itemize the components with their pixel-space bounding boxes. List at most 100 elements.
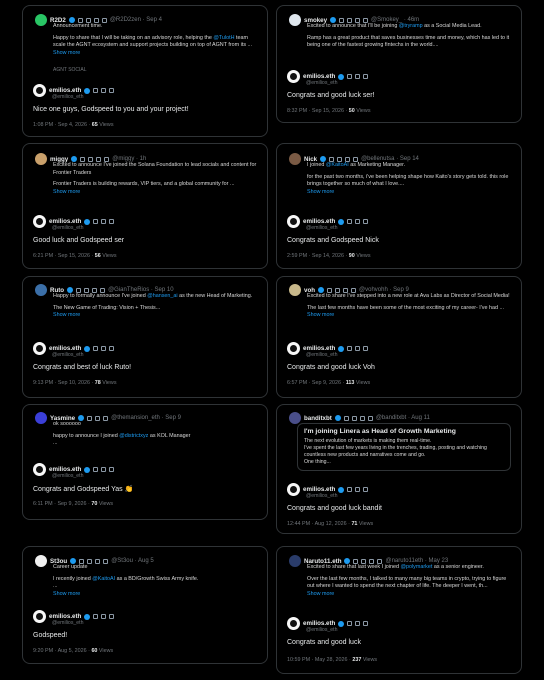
gif-icon[interactable] bbox=[85, 17, 91, 23]
show-more-link[interactable]: Show more bbox=[53, 591, 257, 599]
show-more-link[interactable]: Show more bbox=[53, 189, 257, 197]
mention-link[interactable]: @KaitoAI bbox=[326, 162, 349, 168]
mention-link[interactable]: @tryramp bbox=[399, 23, 423, 29]
edit-icon[interactable] bbox=[339, 17, 345, 23]
tweet-card[interactable]: voh @vohvohh · Sep 9 Excited to share I'… bbox=[276, 276, 522, 398]
search-icon[interactable] bbox=[109, 219, 115, 224]
search-icon[interactable] bbox=[109, 346, 115, 351]
image-icon[interactable] bbox=[96, 156, 102, 162]
gif-icon[interactable] bbox=[101, 88, 107, 93]
edit-icon[interactable] bbox=[343, 415, 349, 421]
mention-link[interactable]: @KaitoAI bbox=[92, 576, 115, 582]
gif-icon[interactable] bbox=[355, 74, 361, 79]
reply-author-name[interactable]: emilios.eth bbox=[303, 486, 335, 493]
gif-icon[interactable] bbox=[101, 346, 107, 351]
reply-author-name[interactable]: emilios.eth bbox=[303, 218, 335, 225]
avatar[interactable] bbox=[287, 70, 300, 83]
image-icon[interactable] bbox=[92, 287, 98, 293]
avatar[interactable] bbox=[33, 215, 46, 228]
avatar[interactable] bbox=[287, 342, 300, 355]
image-icon[interactable] bbox=[95, 558, 101, 564]
edit-icon[interactable] bbox=[77, 17, 83, 23]
tweet-card[interactable]: miggy @miggy · 1h Excited to announce I'… bbox=[22, 143, 268, 269]
edit-icon[interactable] bbox=[327, 287, 333, 293]
gif-icon[interactable] bbox=[337, 156, 343, 162]
edit-icon[interactable] bbox=[347, 74, 353, 79]
search-icon[interactable] bbox=[104, 156, 110, 162]
search-icon[interactable] bbox=[363, 17, 369, 23]
gif-icon[interactable] bbox=[355, 487, 361, 492]
edit-icon[interactable] bbox=[76, 287, 82, 293]
show-more-link[interactable]: Show more bbox=[53, 312, 257, 320]
tweet-card[interactable]: Naruto11.eth @naruto11eth · May 23 Excit… bbox=[276, 546, 522, 674]
avatar[interactable] bbox=[287, 617, 300, 630]
reply-author-name[interactable]: emilios.eth bbox=[303, 620, 335, 627]
image-icon[interactable] bbox=[355, 17, 361, 23]
gif-icon[interactable] bbox=[88, 156, 94, 162]
edit-icon[interactable] bbox=[353, 558, 359, 564]
search-icon[interactable] bbox=[100, 287, 106, 293]
search-icon[interactable] bbox=[363, 487, 369, 492]
mention-link[interactable]: @polymarket bbox=[401, 564, 433, 570]
search-icon[interactable] bbox=[101, 17, 107, 23]
tweet-card[interactable]: Ruto @GianTheRios · Sep 10 Happy to form… bbox=[22, 276, 268, 398]
tweet-card[interactable]: banditxbt @banditxbt · Aug 11 I'm joinin… bbox=[276, 404, 522, 534]
edit-icon[interactable] bbox=[93, 219, 99, 224]
avatar[interactable] bbox=[289, 412, 301, 424]
avatar[interactable] bbox=[35, 555, 47, 567]
gif-icon[interactable] bbox=[361, 558, 367, 564]
gif-icon[interactable] bbox=[351, 415, 357, 421]
search-icon[interactable] bbox=[363, 346, 369, 351]
gif-icon[interactable] bbox=[101, 614, 107, 619]
edit-icon[interactable] bbox=[347, 346, 353, 351]
search-icon[interactable] bbox=[363, 621, 369, 626]
avatar[interactable] bbox=[287, 483, 300, 496]
search-icon[interactable] bbox=[103, 558, 109, 564]
gif-icon[interactable] bbox=[87, 558, 93, 564]
gif-icon[interactable] bbox=[347, 17, 353, 23]
search-icon[interactable] bbox=[109, 614, 115, 619]
edit-icon[interactable] bbox=[80, 156, 86, 162]
reply-author-name[interactable]: emilios.eth bbox=[49, 87, 81, 94]
avatar[interactable] bbox=[35, 412, 47, 424]
tweet-card[interactable]: St3ou @St3ou · Aug 5 Career update I rec… bbox=[22, 546, 268, 664]
tweet-card[interactable]: smokey @Smokey_ · 46m Excited to announc… bbox=[276, 5, 522, 123]
gif-icon[interactable] bbox=[335, 287, 341, 293]
search-icon[interactable] bbox=[363, 74, 369, 79]
gif-icon[interactable] bbox=[84, 287, 90, 293]
reply-author-name[interactable]: emilios.eth bbox=[303, 73, 335, 80]
image-icon[interactable] bbox=[343, 287, 349, 293]
author-name[interactable]: banditxbt bbox=[304, 415, 332, 422]
article-card[interactable]: I'm joining Linera as Head of Growth Mar… bbox=[297, 423, 511, 471]
avatar[interactable] bbox=[35, 153, 47, 165]
reply-author-name[interactable]: emilios.eth bbox=[49, 345, 81, 352]
mention-link[interactable]: @hansen_ai bbox=[147, 293, 177, 299]
avatar[interactable] bbox=[35, 284, 47, 296]
image-icon[interactable] bbox=[103, 415, 109, 421]
tweet-card[interactable]: Yasmine @themansion_eth · Sep 9 ok soooo… bbox=[22, 404, 268, 520]
reply-author-name[interactable]: emilios.eth bbox=[49, 613, 81, 620]
avatar[interactable] bbox=[33, 610, 46, 623]
search-icon[interactable] bbox=[363, 219, 369, 224]
gif-icon[interactable] bbox=[95, 415, 101, 421]
avatar[interactable] bbox=[289, 14, 301, 26]
show-more-link[interactable]: Show more bbox=[307, 591, 511, 599]
edit-icon[interactable] bbox=[93, 346, 99, 351]
show-more-link[interactable]: Show more bbox=[307, 189, 511, 197]
search-icon[interactable] bbox=[109, 467, 115, 472]
avatar[interactable] bbox=[289, 555, 301, 567]
gif-icon[interactable] bbox=[101, 467, 107, 472]
search-icon[interactable] bbox=[377, 558, 383, 564]
avatar[interactable] bbox=[33, 84, 46, 97]
image-icon[interactable] bbox=[93, 17, 99, 23]
edit-icon[interactable] bbox=[87, 415, 93, 421]
search-icon[interactable] bbox=[351, 287, 357, 293]
edit-icon[interactable] bbox=[79, 558, 85, 564]
search-icon[interactable] bbox=[109, 88, 115, 93]
image-icon[interactable] bbox=[345, 156, 351, 162]
avatar[interactable] bbox=[289, 153, 301, 165]
avatar[interactable] bbox=[287, 215, 300, 228]
gif-icon[interactable] bbox=[355, 346, 361, 351]
show-more-link[interactable]: Show more bbox=[53, 50, 257, 58]
image-icon[interactable] bbox=[359, 415, 365, 421]
